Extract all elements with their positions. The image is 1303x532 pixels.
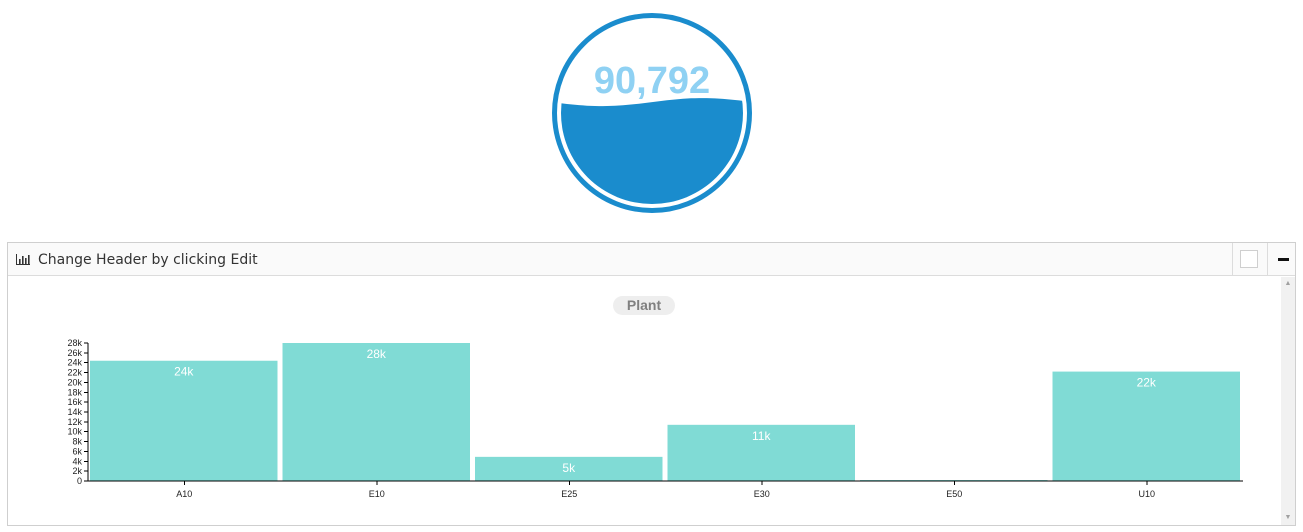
minus-icon	[1278, 258, 1289, 261]
x-tick-label: E50	[946, 489, 962, 499]
y-tick-label: 20k	[67, 377, 82, 387]
x-tick-label: E30	[754, 489, 770, 499]
caret-up-icon[interactable]: ▲	[1281, 279, 1295, 289]
y-tick-label: 10k	[67, 427, 82, 437]
y-tick-label: 14k	[67, 407, 82, 417]
minimize-button[interactable]	[1274, 243, 1294, 276]
bar-data-label: 11k	[752, 429, 771, 443]
y-tick-label: 2k	[72, 466, 82, 476]
bar-E10	[282, 343, 470, 481]
header-divider	[1267, 243, 1268, 276]
gauge-liquid	[561, 98, 743, 204]
y-tick-label: 22k	[67, 368, 82, 378]
bar-data-label: 24k	[174, 365, 194, 379]
caret-down-icon[interactable]: ▼	[1281, 513, 1295, 523]
bar-data-label: 5k	[562, 461, 576, 475]
gauge-graphic	[552, 13, 752, 213]
liquid-gauge: 90,792	[551, 12, 753, 214]
bar-data-label: 22k	[1137, 376, 1157, 390]
panel-title: Change Header by clicking Edit	[38, 252, 258, 268]
y-tick-label: 0	[77, 476, 82, 486]
bar-chart: 02k4k6k8k10k12k14k16k18k20k22k24k26k28k2…	[67, 338, 1243, 499]
y-tick-label: 16k	[67, 397, 82, 407]
vertical-scrollbar[interactable]: ▲ ▼	[1281, 277, 1295, 525]
bar-data-label: 28k	[367, 347, 387, 361]
edit-checkbox[interactable]	[1240, 250, 1258, 268]
gauge-value: 90,792	[593, 60, 711, 102]
bar-A10	[90, 360, 278, 481]
y-tick-label: 26k	[67, 348, 82, 358]
x-tick-label: E10	[369, 489, 385, 499]
y-tick-label: 12k	[67, 417, 82, 427]
y-tick-label: 24k	[67, 358, 82, 368]
x-tick-label: U10	[1138, 489, 1155, 499]
chart-panel: Change Header by clicking Edit Plant 0 2k…	[7, 242, 1296, 526]
y-tick-label: 28k	[67, 338, 82, 348]
y-tick-label: 6k	[72, 446, 82, 456]
y-tick-label: 8k	[72, 437, 82, 447]
y-tick-label: 18k	[67, 387, 82, 397]
bar-chart-icon	[16, 254, 30, 265]
chart-area: Plant 0 2k 4k 6k 8k 10k 12k 14k 16k 18k 20k 22k 24k 2…	[8, 277, 1278, 525]
header-divider	[1232, 243, 1233, 276]
x-tick-label: E25	[561, 489, 577, 499]
x-tick-label: A10	[176, 489, 192, 499]
panel-header: Change Header by clicking Edit	[8, 243, 1295, 276]
y-tick-label: 4k	[72, 456, 82, 466]
